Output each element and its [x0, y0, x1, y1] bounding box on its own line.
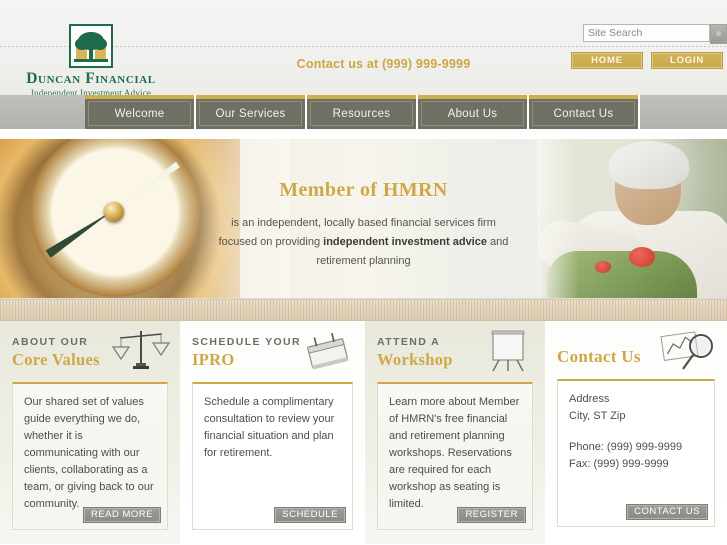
flipchart-easel-icon	[477, 329, 535, 373]
nav-item-our-services[interactable]: Our Services	[196, 95, 305, 129]
hero-line-2-post: and	[486, 236, 509, 248]
home-button[interactable]: HOME	[571, 52, 643, 69]
card-ipro: SCHEDULE YOUR IPRO Schedule a compliment…	[180, 321, 365, 544]
hero-line-2-bold: independent investment advice	[323, 236, 487, 248]
nav-left-spacer	[0, 95, 85, 129]
section-divider	[0, 299, 727, 321]
register-button[interactable]: REGISTER	[457, 507, 526, 523]
scales-of-justice-icon	[111, 329, 171, 373]
contact-phone: Phone: (999) 999-9999	[569, 441, 683, 453]
card-body: Learn more about Member of HMRN's free f…	[377, 382, 533, 530]
hero-title: Member of HMRN	[279, 179, 448, 201]
card-body: Address City, ST Zip Phone: (999) 999-99…	[557, 379, 715, 527]
nav-item-about-us[interactable]: About Us	[418, 95, 527, 129]
main-navigation: Welcome Our Services Resources About Us …	[0, 95, 727, 139]
card-core-values: ABOUT OUR Core Values Our shared set of …	[0, 321, 180, 544]
card-text: Learn more about Member of HMRN's free f…	[389, 396, 520, 510]
nav-label: Welcome	[114, 108, 165, 120]
logo-name: Duncan Financial	[26, 70, 156, 87]
card-contact-us: Contact Us Address City, ST Zip Phone: (…	[545, 321, 727, 544]
search-input[interactable]	[583, 24, 710, 42]
hero-copy: Member of HMRN is an independent, locall…	[0, 179, 727, 271]
schedule-button[interactable]: SCHEDULE	[274, 507, 346, 523]
login-button[interactable]: LOGIN	[651, 52, 723, 69]
contact-address-line2: City, ST Zip	[569, 410, 626, 422]
nav-item-contact-us[interactable]: Contact Us	[529, 95, 638, 129]
nav-items: Welcome Our Services Resources About Us …	[85, 95, 640, 139]
feature-cards: ABOUT OUR Core Values Our shared set of …	[0, 321, 727, 544]
card-body: Schedule a complimentary consultation to…	[192, 382, 353, 530]
contact-address-line1: Address	[569, 393, 610, 405]
hero-line-2-pre: focused on providing	[218, 236, 324, 248]
contact-us-button[interactable]: CONTACT US	[626, 504, 708, 520]
site-header: Duncan Financial Independent Investment …	[0, 0, 727, 98]
nav-label: Contact Us	[553, 108, 614, 120]
nav-item-welcome[interactable]: Welcome	[85, 95, 194, 129]
header-buttons: HOME LOGIN	[571, 52, 723, 69]
search-submit-icon[interactable]: »	[710, 24, 727, 44]
nav-label: Our Services	[215, 108, 286, 120]
magnifier-chart-icon	[659, 329, 717, 373]
nav-label: About Us	[447, 108, 498, 120]
card-text: Schedule a complimentary consultation to…	[204, 396, 335, 459]
nav-right-spacer	[640, 95, 727, 129]
nav-label: Resources	[332, 108, 391, 120]
contact-fax: Fax: (999) 999-9999	[569, 458, 669, 470]
calendar-icon	[297, 329, 355, 373]
hero-subtitle: is an independent, locally based financi…	[209, 214, 519, 271]
hero-line-3: retirement planning	[316, 255, 411, 267]
search-area[interactable]: »	[583, 24, 727, 44]
card-body: Our shared set of values guide everythin…	[12, 382, 168, 530]
read-more-button[interactable]: READ MORE	[82, 507, 161, 523]
nav-item-resources[interactable]: Resources	[307, 95, 416, 129]
hero-banner: Member of HMRN is an independent, locall…	[0, 139, 727, 299]
card-text: Our shared set of values guide everythin…	[24, 396, 154, 510]
hero-line-1: is an independent, locally based financi…	[231, 217, 496, 229]
card-workshop: ATTEND A Workshop Learn more about Membe…	[365, 321, 545, 544]
